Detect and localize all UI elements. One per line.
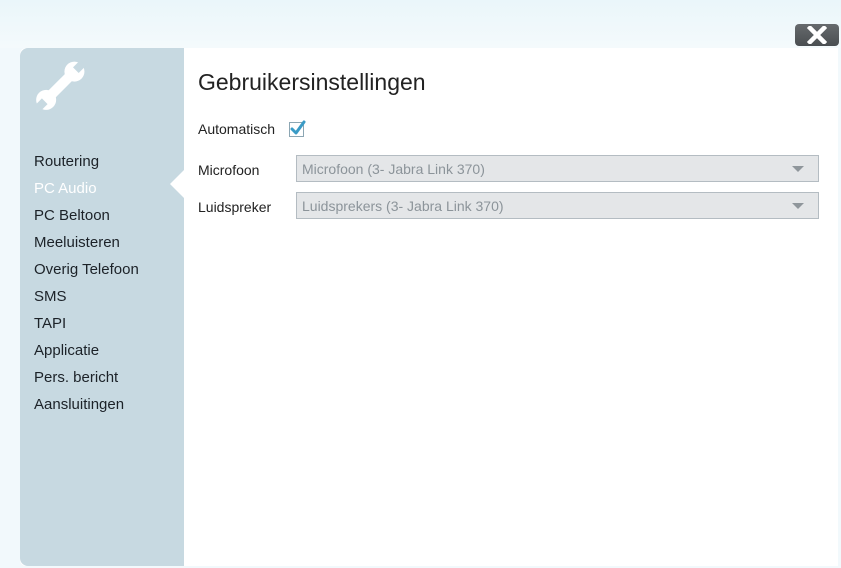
speaker-select[interactable]: Luidsprekers (3- Jabra Link 370) bbox=[296, 192, 819, 219]
microphone-label: Microfoon bbox=[198, 162, 260, 178]
checkmark-icon bbox=[290, 120, 306, 135]
settings-window: Routering PC Audio PC Beltoon Meeluister… bbox=[20, 48, 838, 566]
active-item-pointer bbox=[170, 170, 184, 198]
sidebar-item-aansluitingen[interactable]: Aansluitingen bbox=[34, 391, 139, 418]
sidebar-item-overig-telefoon[interactable]: Overig Telefoon bbox=[34, 256, 139, 283]
microphone-select-value: Microfoon (3- Jabra Link 370) bbox=[302, 161, 485, 177]
sidebar-item-pers-bericht[interactable]: Pers. bericht bbox=[34, 364, 139, 391]
sidebar-nav: Routering PC Audio PC Beltoon Meeluister… bbox=[34, 148, 139, 418]
sidebar-item-tapi[interactable]: TAPI bbox=[34, 310, 139, 337]
sidebar-item-sms[interactable]: SMS bbox=[34, 283, 139, 310]
close-icon bbox=[807, 26, 827, 44]
sidebar: Routering PC Audio PC Beltoon Meeluister… bbox=[20, 48, 184, 566]
page-title: Gebruikersinstellingen bbox=[198, 69, 426, 95]
speaker-select-value: Luidsprekers (3- Jabra Link 370) bbox=[302, 198, 504, 214]
sidebar-item-pc-beltoon[interactable]: PC Beltoon bbox=[34, 202, 139, 229]
automatic-label: Automatisch bbox=[198, 121, 276, 137]
content-panel: Gebruikersinstellingen Automatisch Micro… bbox=[184, 48, 838, 566]
sidebar-item-routering[interactable]: Routering bbox=[34, 148, 139, 175]
sidebar-item-pc-audio[interactable]: PC Audio bbox=[34, 175, 139, 202]
chevron-down-icon bbox=[792, 203, 804, 209]
sidebar-item-applicatie[interactable]: Applicatie bbox=[34, 337, 139, 364]
close-button[interactable] bbox=[795, 24, 839, 46]
top-band bbox=[0, 0, 841, 48]
speaker-label: Luidspreker bbox=[198, 199, 272, 215]
chevron-down-icon bbox=[792, 166, 804, 172]
wrench-icon bbox=[34, 60, 86, 112]
sidebar-item-meeluisteren[interactable]: Meeluisteren bbox=[34, 229, 139, 256]
automatic-checkbox[interactable] bbox=[289, 120, 306, 137]
microphone-select[interactable]: Microfoon (3- Jabra Link 370) bbox=[296, 155, 819, 182]
